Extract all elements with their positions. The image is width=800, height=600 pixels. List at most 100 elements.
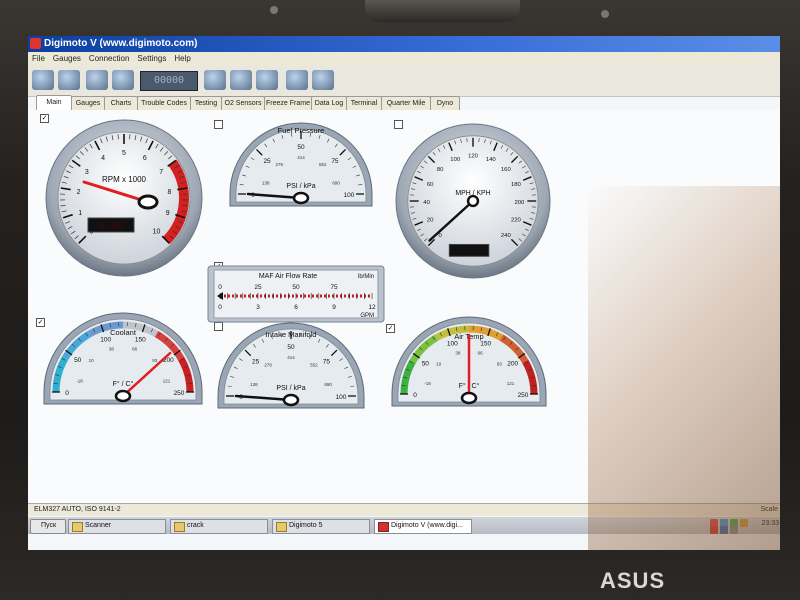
fuel-tick-label: 100 [344, 192, 355, 199]
toolbar-counter: 00000 [140, 71, 198, 91]
speed-tick-label: 160 [501, 167, 512, 173]
maf-bottom-tick-label: 3 [256, 304, 260, 311]
task-label: crack [187, 522, 204, 529]
rpm-tick-label: 4 [101, 155, 105, 162]
app-icon [378, 522, 389, 532]
tab-testing[interactable]: Testing [190, 96, 222, 110]
task-label: Scanner [85, 522, 112, 529]
settings-icon[interactable] [204, 70, 226, 90]
record-icon[interactable] [112, 70, 134, 90]
task-digimoto-5[interactable]: Digimoto 5 [272, 519, 370, 534]
tab-charts[interactable]: Charts [104, 96, 138, 110]
tab-terminal[interactable]: Terminal [346, 96, 382, 110]
rpm-needle-hub [137, 194, 159, 210]
start-button[interactable]: Пуск [30, 519, 66, 534]
connect-icon[interactable] [32, 70, 54, 90]
rpm-tick-label: 1 [78, 210, 82, 217]
air-inner-tick-label: 10 [436, 362, 442, 367]
speed-tick-label: 40 [423, 200, 430, 206]
maf-air-flow-gauge: MAF Air Flow Rate lb/Min GPM 0 25 50 75 0 3 6 9… [207, 265, 385, 327]
maf-bottom-tick-label: 12 [368, 304, 376, 311]
rpm-gauge: 012345678910 RPM x 1000 0.00 [44, 118, 204, 283]
tray-icon[interactable] [710, 526, 718, 534]
task-scanner[interactable]: Scanner [68, 519, 166, 534]
volume-icon[interactable] [730, 526, 738, 534]
taskbar: Пуск Scanner crack Digimoto 5 Digimoto V… [28, 517, 780, 534]
air-tick-label: 50 [422, 360, 430, 367]
tab-freeze-frame[interactable]: Freeze Frame [264, 96, 312, 110]
coolant-tick-label: 150 [135, 337, 146, 344]
maf-unit-bottom: GPM [360, 313, 374, 319]
coolant-needle-hub [114, 389, 132, 403]
rpm-tick-label: 6 [143, 155, 147, 162]
maf-top-tick-label: 25 [254, 284, 262, 291]
intake-unit: PSI / kPa [276, 385, 305, 392]
intake-tick-label: 75 [323, 359, 331, 366]
tab-main[interactable]: Main [36, 95, 72, 110]
menu-bar: File Gauges Connection Settings Help [28, 52, 780, 66]
air-tick-label: 250 [518, 392, 529, 399]
intake-tick-label: 100 [336, 394, 347, 401]
rpm-tick-label: 3 [85, 169, 89, 176]
rpm-tick-label: 7 [159, 169, 163, 176]
tab-quarter-mile[interactable]: Quarter Mile [381, 96, 431, 110]
speedometer-gauge: 0 20 40 60 80 100 120 140 160 180 200 220 240 MPH / … [394, 122, 552, 285]
fuel-checkbox[interactable] [214, 120, 223, 129]
tab-dyno[interactable]: Dyno [430, 96, 460, 110]
speed-tick-label: 120 [468, 154, 479, 160]
gauge-icon[interactable] [256, 70, 278, 90]
tray-icon[interactable] [720, 526, 728, 534]
connection-status: ELM327 AUTO, ISO 9141-2 [34, 506, 121, 513]
air-inner-tick-label: 93 [497, 362, 503, 367]
maf-bottom-tick-label: 9 [332, 304, 336, 311]
coolant-inner-tick-label: 10 [89, 358, 95, 363]
task-label: Digimoto 5 [289, 522, 323, 529]
tray-icon[interactable] [740, 519, 748, 527]
fuel-tick-label: 50 [297, 144, 305, 151]
fuel-tick-label: 75 [331, 158, 339, 165]
task-label: Digimoto V (www.digi... [391, 522, 463, 529]
vehicle-icon[interactable] [230, 70, 252, 90]
toolbar: 00000 [28, 66, 780, 97]
folder-icon [174, 522, 185, 532]
clock: 23:33 [761, 520, 779, 527]
air-tick-label: 0 [413, 392, 417, 399]
intake-inner-tick-label: 690 [324, 382, 332, 387]
fuel-inner-tick-label: 414 [297, 155, 305, 160]
disconnect-icon[interactable] [58, 70, 80, 90]
maf-unit-top: lb/Min [358, 274, 374, 280]
zoom-out-icon[interactable] [312, 70, 334, 90]
intake-inner-tick-label: 138 [250, 382, 258, 387]
rpm-tick-label: 8 [167, 189, 171, 196]
status-scale: Scale [760, 506, 778, 513]
menu-settings[interactable]: Settings [133, 52, 170, 63]
pause-icon[interactable] [86, 70, 108, 90]
coolant-tick-label: 100 [100, 337, 111, 344]
folder-icon [72, 522, 83, 532]
task-digimoto-v[interactable]: Digimoto V (www.digi... [374, 519, 472, 534]
zoom-in-icon[interactable] [286, 70, 308, 90]
maf-top-tick-label: 0 [218, 284, 222, 291]
window-title: Digimoto V (www.digimoto.com) [44, 38, 198, 49]
tab-gauges[interactable]: Gauges [71, 96, 105, 110]
rpm-tick-label: 10 [153, 229, 161, 236]
menu-help[interactable]: Help [170, 52, 194, 63]
rpm-label: RPM x 1000 [102, 175, 147, 184]
intake-inner-tick-label: 276 [264, 362, 272, 367]
tab-trouble-codes[interactable]: Trouble Codes [137, 96, 191, 110]
fuel-pressure-gauge: Fuel Pressure0255075100138276414552690PS… [226, 120, 376, 217]
tab-data-log[interactable]: Data Log [311, 96, 347, 110]
tab-o2-sensors[interactable]: O2 Sensors [221, 96, 265, 110]
start-label: Пуск [41, 522, 57, 529]
speed-needle-hub [466, 194, 480, 208]
coolant-inner-tick-label: 66 [132, 347, 138, 352]
menu-connection[interactable]: Connection [85, 52, 133, 63]
menu-file[interactable]: File [28, 52, 49, 63]
webcam-housing [365, 0, 520, 22]
maf-label: MAF Air Flow Rate [259, 273, 317, 280]
air-tick-label: 200 [507, 360, 518, 367]
intake-inner-tick-label: 414 [287, 355, 295, 360]
menu-gauges[interactable]: Gauges [49, 52, 85, 63]
coolant-gauge: Coolant 0 50 100 150 200 250 -18 10 38 66 93 121 F° /… [40, 312, 206, 415]
task-crack[interactable]: crack [170, 519, 268, 534]
